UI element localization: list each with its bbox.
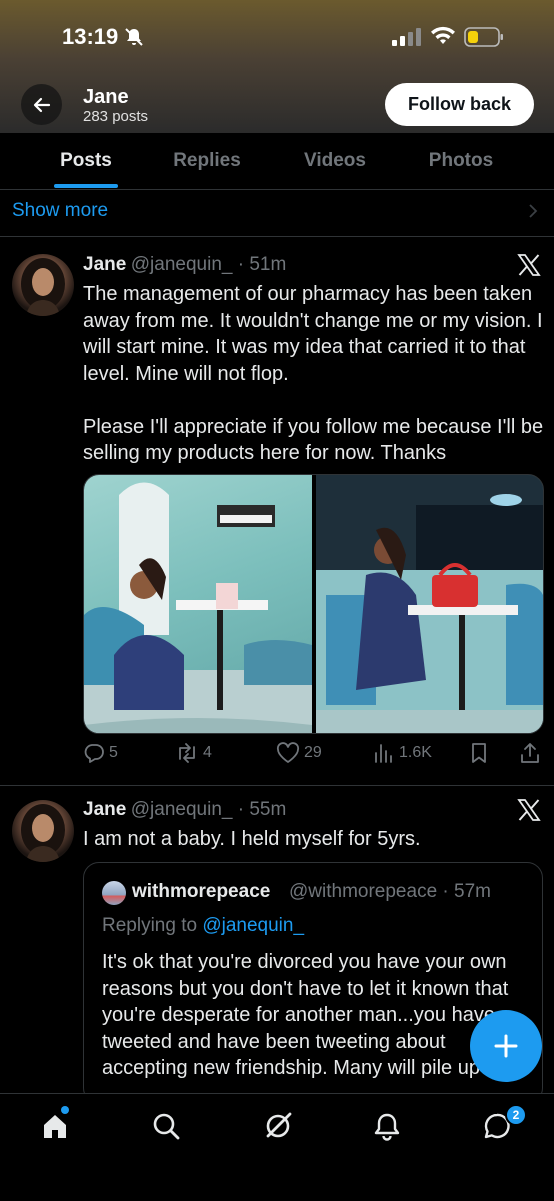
tweet-text: I am not a baby. I held myself for 5yrs. <box>83 828 421 850</box>
avatar[interactable] <box>12 254 74 316</box>
repost-count: 4 <box>203 744 212 761</box>
bottom-navigation <box>0 1093 554 1201</box>
profile-tabs: Posts Replies Videos Photos <box>0 133 554 190</box>
tab-posts[interactable]: Posts <box>36 133 136 189</box>
quoted-tweet-text: It's ok that you're divorced you have yo… <box>102 951 509 1079</box>
nav-home[interactable] <box>38 1109 72 1143</box>
tweet-author-handle: @janequin_ · 51m <box>130 254 287 275</box>
quoted-author-handle: @withmorepeace · 57m <box>289 881 491 902</box>
x-logo-icon <box>517 254 541 276</box>
profile-name: Jane <box>83 86 129 108</box>
tweet-author-handle: @janequin_ · 55m <box>130 799 287 820</box>
home-icon <box>44 1115 66 1138</box>
nav-search[interactable] <box>149 1109 183 1143</box>
quoted-author-name: withmorepeace <box>132 881 271 902</box>
nav-notifications[interactable] <box>370 1109 404 1143</box>
repost-icon <box>179 743 195 763</box>
bell-icon <box>374 1113 400 1141</box>
arrow-left-icon <box>33 97 50 112</box>
nav-grok[interactable] <box>261 1109 295 1143</box>
tab-photos[interactable]: Photos <box>411 133 511 189</box>
heart-icon <box>276 742 300 763</box>
bell-off-icon <box>125 28 143 46</box>
replying-to-handle[interactable]: @janequin_ <box>202 915 304 936</box>
reply-count: 5 <box>109 744 118 761</box>
home-notification-dot <box>61 1106 69 1114</box>
status-time: 13:19 <box>62 24 119 49</box>
replying-to: Replying to @janequin_ <box>102 915 304 937</box>
share-button[interactable] <box>519 742 545 764</box>
views-chart-icon <box>375 744 392 763</box>
quoted-avatar[interactable] <box>102 881 126 905</box>
views-button[interactable]: 1.6K <box>373 742 432 764</box>
view-count: 1.6K <box>399 744 432 761</box>
signal-icon <box>392 28 421 46</box>
plus-icon <box>494 1034 518 1058</box>
bookmark-button[interactable] <box>469 742 493 764</box>
x-logo-icon <box>517 799 541 821</box>
battery-icon <box>464 27 503 47</box>
bookmark-icon <box>472 743 486 763</box>
divider <box>0 785 554 786</box>
like-button[interactable]: 29 <box>276 742 322 764</box>
like-count: 29 <box>304 744 322 761</box>
avatar-photo <box>21 804 65 862</box>
tab-replies[interactable]: Replies <box>157 133 257 189</box>
back-button[interactable] <box>21 84 62 125</box>
tweet-actions: 5 4 29 1.6K <box>83 742 542 770</box>
chevron-right-icon[interactable] <box>527 203 539 219</box>
reply-icon <box>84 744 104 763</box>
show-more-link[interactable]: Show more <box>12 200 108 222</box>
active-tab-indicator <box>54 184 118 188</box>
messages-badge: 2 <box>505 1104 527 1126</box>
compose-button[interactable] <box>470 1010 542 1082</box>
grok-icon <box>266 1112 292 1138</box>
tweet-author-name[interactable]: Jane <box>83 799 126 820</box>
wifi-icon <box>431 26 455 44</box>
avatar-photo <box>21 258 65 316</box>
tweet-photo[interactable] <box>316 475 543 733</box>
post-count: 283 posts <box>83 108 149 125</box>
tweet-text: The management of our pharmacy has been … <box>83 283 544 464</box>
tab-videos[interactable]: Videos <box>285 133 385 189</box>
quoted-tweet[interactable]: withmorepeace @withmorepeace · 57m Reply… <box>83 862 543 1104</box>
share-icon <box>521 743 539 763</box>
tweet-media[interactable] <box>83 474 544 734</box>
photo-scene <box>84 482 312 733</box>
avatar[interactable] <box>12 800 74 862</box>
photo-scene <box>316 475 543 733</box>
tweet-author-name[interactable]: Jane <box>83 254 126 275</box>
tweet-photo[interactable] <box>84 475 312 733</box>
follow-back-button[interactable]: Follow back <box>385 83 534 126</box>
replying-to-prefix: Replying to <box>102 915 203 936</box>
reply-button[interactable]: 5 <box>83 742 118 764</box>
search-icon <box>153 1113 180 1140</box>
divider <box>0 236 554 237</box>
repost-button[interactable]: 4 <box>175 742 212 764</box>
